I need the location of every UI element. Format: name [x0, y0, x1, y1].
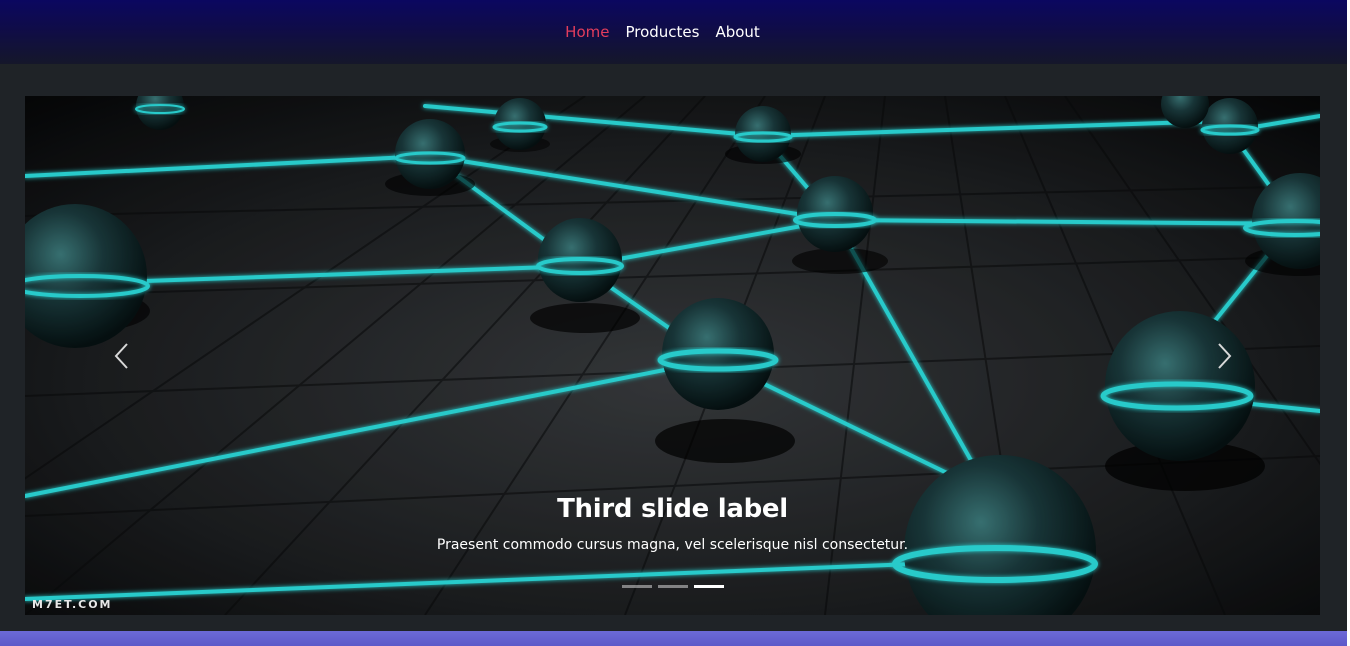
chevron-right-icon	[1218, 343, 1232, 369]
nav-links: Home Productes About	[565, 23, 760, 41]
bottom-bar	[0, 631, 1350, 646]
slide-title: Third slide label	[557, 494, 788, 524]
nav-link-productes[interactable]: Productes	[625, 23, 699, 41]
carousel-next-button[interactable]	[1203, 336, 1243, 376]
navbar: Home Productes About	[0, 0, 1350, 64]
nav-link-about[interactable]: About	[715, 23, 759, 41]
carousel: Third slide label Praesent commodo cursu…	[25, 96, 1320, 615]
image-watermark: M7ET.COM	[32, 598, 113, 611]
carousel-caption: Third slide label Praesent commodo cursu…	[25, 494, 1320, 553]
chevron-left-icon	[114, 343, 128, 369]
indicator-slide-2[interactable]	[658, 585, 688, 588]
nav-link-home[interactable]: Home	[565, 23, 609, 41]
main-content: Third slide label Praesent commodo cursu…	[0, 64, 1350, 631]
slide-description: Praesent commodo cursus magna, vel scele…	[436, 537, 909, 553]
carousel-prev-button[interactable]	[103, 336, 143, 376]
carousel-indicators	[622, 585, 724, 588]
indicator-slide-3[interactable]	[694, 585, 724, 588]
indicator-slide-1[interactable]	[622, 585, 652, 588]
